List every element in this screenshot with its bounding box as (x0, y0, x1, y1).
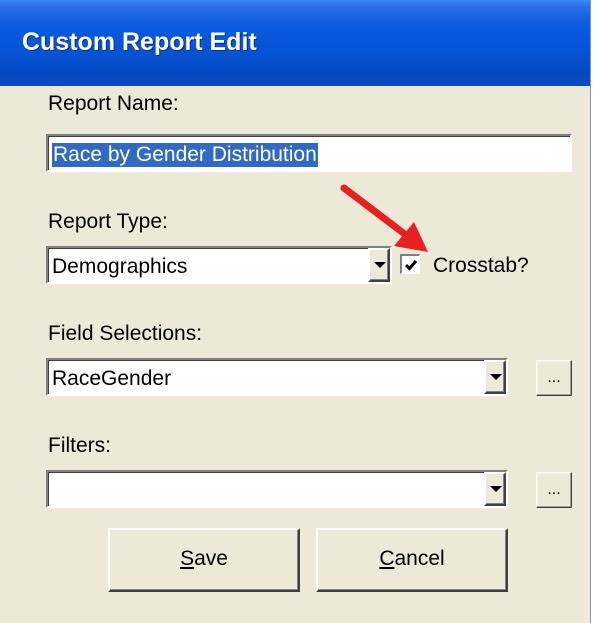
report-name-value: Race by Gender Distribution (51, 142, 319, 168)
chevron-down-icon (490, 374, 502, 380)
field-selections-select[interactable]: RaceGender (46, 358, 508, 396)
chevron-down-icon (374, 262, 386, 268)
filters-dropdown-button[interactable] (484, 472, 506, 506)
custom-report-edit-dialog: Custom Report Edit Report Name: Race by … (0, 0, 591, 623)
save-mnemonic: S (180, 547, 195, 570)
field-selections-browse-button[interactable]: ... (536, 360, 572, 396)
chevron-down-icon (490, 486, 502, 492)
crosstab-label[interactable]: Crosstab? (433, 254, 529, 278)
report-type-value: Demographics (52, 255, 188, 278)
cancel-button[interactable]: Cancel (316, 528, 508, 592)
field-selections-label: Field Selections: (48, 322, 203, 345)
report-name-input[interactable]: Race by Gender Distribution (46, 134, 572, 172)
save-label-rest: ave (194, 547, 228, 570)
report-name-label: Report Name: (48, 92, 179, 115)
filters-label: Filters: (48, 434, 111, 457)
title-bar[interactable]: Custom Report Edit (0, 0, 590, 86)
field-selections-dropdown-button[interactable] (484, 360, 506, 394)
cancel-label-rest: ancel (394, 547, 445, 570)
field-selections-value: RaceGender (52, 367, 172, 390)
filters-select[interactable] (46, 470, 508, 508)
dialog-title: Custom Report Edit (22, 28, 257, 56)
cancel-mnemonic: C (379, 547, 395, 570)
annotation-arrow-icon (340, 184, 428, 252)
filters-browse-button[interactable]: ... (536, 472, 572, 508)
save-button[interactable]: Save (108, 528, 300, 592)
report-type-label: Report Type: (48, 210, 168, 233)
